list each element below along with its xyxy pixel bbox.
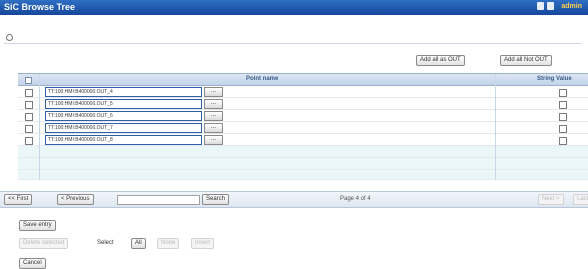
select-all-checkbox[interactable] [25, 77, 32, 84]
previous-page-button[interactable]: < Previous [57, 194, 94, 205]
table-row: TT:100:HMI:B400000.OUT_6 ... [18, 110, 588, 122]
row-checkbox[interactable] [25, 89, 33, 97]
page-filter-input[interactable] [117, 195, 200, 205]
table-row: TT:100:HMI:B400000.OUT_8 ... [18, 134, 588, 146]
invert-selection-button[interactable]: Invert [191, 238, 215, 249]
point-grid: Point name String Value TT:100:HMI:B4000… [18, 73, 588, 180]
grid-header: Point name String Value [18, 74, 588, 86]
browse-button[interactable]: ... [204, 87, 223, 97]
delete-selected-button[interactable]: Delete selected [19, 238, 69, 249]
string-value-checkbox[interactable] [559, 101, 567, 109]
collapse-row [4, 31, 582, 44]
empty-row [18, 158, 588, 170]
table-row: TT:100:HMI:B400000.OUT_4 ... [18, 86, 588, 98]
col-header-point-name: Point name [246, 76, 279, 82]
header-right: admin [537, 2, 582, 10]
cancel-button[interactable]: Cancel [19, 258, 46, 269]
search-button[interactable]: Search [202, 194, 230, 205]
string-value-checkbox[interactable] [559, 137, 567, 145]
col-header-string-value: String Value [537, 76, 572, 82]
last-page-button[interactable]: Last >> [573, 194, 588, 205]
browse-button[interactable]: ... [204, 111, 223, 121]
string-value-checkbox[interactable] [559, 125, 567, 133]
string-value-checkbox[interactable] [559, 113, 567, 121]
point-name-input[interactable]: TT:100:HMI:B400000.OUT_6 [45, 111, 202, 121]
point-name-input[interactable]: TT:100:HMI:B400000.OUT_7 [45, 123, 202, 133]
add-all-out-button[interactable]: Add all as OUT [416, 55, 465, 66]
column-divider [39, 74, 40, 180]
row-checkbox[interactable] [25, 137, 33, 145]
point-name-input[interactable]: TT:100:HMI:B400000.OUT_4 [45, 87, 202, 97]
table-row: TT:100:HMI:B400000.OUT_7 ... [18, 122, 588, 134]
point-name-input[interactable]: TT:100:HMI:B400000.OUT_5 [45, 99, 202, 109]
browse-button[interactable]: ... [204, 135, 223, 145]
save-entry-button[interactable]: Save entry [19, 220, 56, 231]
row-checkbox[interactable] [25, 101, 33, 109]
row-checkbox[interactable] [25, 113, 33, 121]
select-none-button[interactable]: None [157, 238, 180, 249]
collapse-icon[interactable] [6, 34, 13, 41]
add-all-not-out-button[interactable]: Add all Not OUT [500, 55, 552, 66]
string-value-checkbox[interactable] [559, 89, 567, 97]
select-all-button[interactable]: All [131, 238, 146, 249]
user-link[interactable]: admin [561, 3, 582, 10]
empty-row [18, 146, 588, 158]
app-header: SiC Browse Tree admin [0, 0, 588, 15]
next-page-button[interactable]: Next > [538, 194, 564, 205]
column-divider [495, 74, 496, 180]
table-row: TT:100:HMI:B400000.OUT_5 ... [18, 98, 588, 110]
browse-button[interactable]: ... [204, 99, 223, 109]
page-info: Page 4 of 4 [340, 196, 371, 202]
select-label: Select [97, 240, 114, 246]
user-icon [547, 2, 555, 10]
empty-row [18, 170, 588, 180]
help-icon[interactable] [537, 2, 545, 10]
first-page-button[interactable]: << First [4, 194, 33, 205]
point-name-input[interactable]: TT:100:HMI:B400000.OUT_8 [45, 135, 202, 145]
row-checkbox[interactable] [25, 125, 33, 133]
page-title: SiC Browse Tree [4, 2, 76, 12]
browse-button[interactable]: ... [204, 123, 223, 133]
